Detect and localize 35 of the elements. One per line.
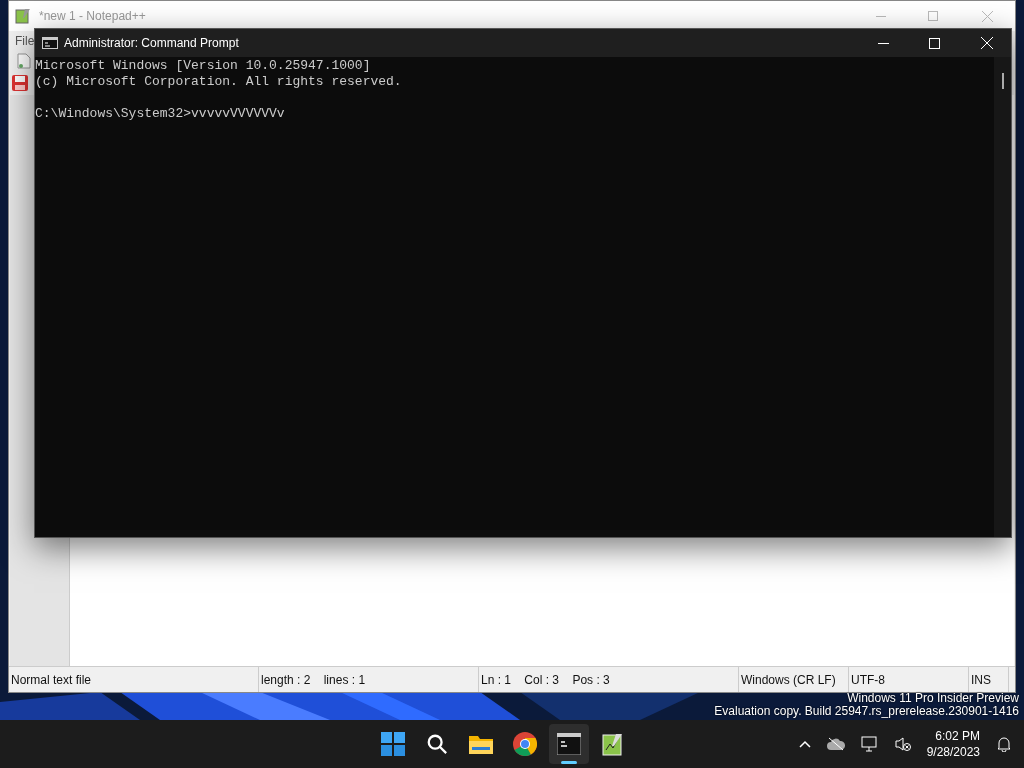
console-line: C:\Windows\System32>vvvvvVVVVVVv	[35, 106, 286, 122]
save-icon[interactable]	[11, 74, 29, 92]
minimize-icon[interactable]	[878, 42, 889, 44]
taskbar-app-button[interactable]	[549, 724, 590, 764]
search-icon	[426, 733, 449, 755]
notepad-icon	[15, 8, 31, 24]
clock-date[interactable]: 9/28/2023	[926, 744, 980, 760]
window-title: *new 1 - Notepad++	[39, 8, 146, 25]
console-icon	[557, 733, 582, 755]
windows-logo-icon	[381, 732, 406, 756]
console-icon	[42, 37, 58, 49]
active-indicator	[561, 761, 578, 764]
menu-item[interactable]: File	[15, 32, 35, 50]
chevron-up-icon[interactable]	[798, 740, 811, 748]
watermark-text: Evaluation copy. Build 25947.rs_prerelease.230901-1416	[714, 705, 1019, 718]
status-text: length : 2 lines : 1	[259, 667, 479, 692]
clock-time[interactable]: 6:02 PM	[935, 728, 980, 744]
window-title: Administrator: Command Prompt	[64, 35, 239, 52]
status-text: UTF-8	[849, 667, 969, 692]
chrome-logo-icon	[513, 732, 538, 756]
scroll-thumb[interactable]	[1001, 73, 1004, 89]
speaker-muted-icon[interactable]	[894, 736, 911, 752]
cloud-icon[interactable]	[826, 737, 845, 751]
console-line: (c) Microsoft Corporation. All rights reserved.	[35, 74, 403, 90]
console-line: Microsoft Windows [Version 10.0.25947.1000]	[35, 58, 372, 74]
network-icon[interactable]	[860, 736, 879, 752]
new-file-icon[interactable]	[17, 53, 31, 69]
bell-icon[interactable]	[996, 736, 1012, 752]
status-text: Ln : 1 Col : 3 Pos : 3	[479, 667, 739, 692]
notepad-icon	[602, 732, 625, 756]
watermark-text: Windows 11 Pro Insider Preview	[846, 692, 1019, 705]
status-text: INS	[969, 667, 1009, 692]
status-text: Windows (CR LF)	[739, 667, 849, 692]
status-text: Normal text file	[9, 667, 259, 692]
folder-icon	[468, 733, 495, 755]
